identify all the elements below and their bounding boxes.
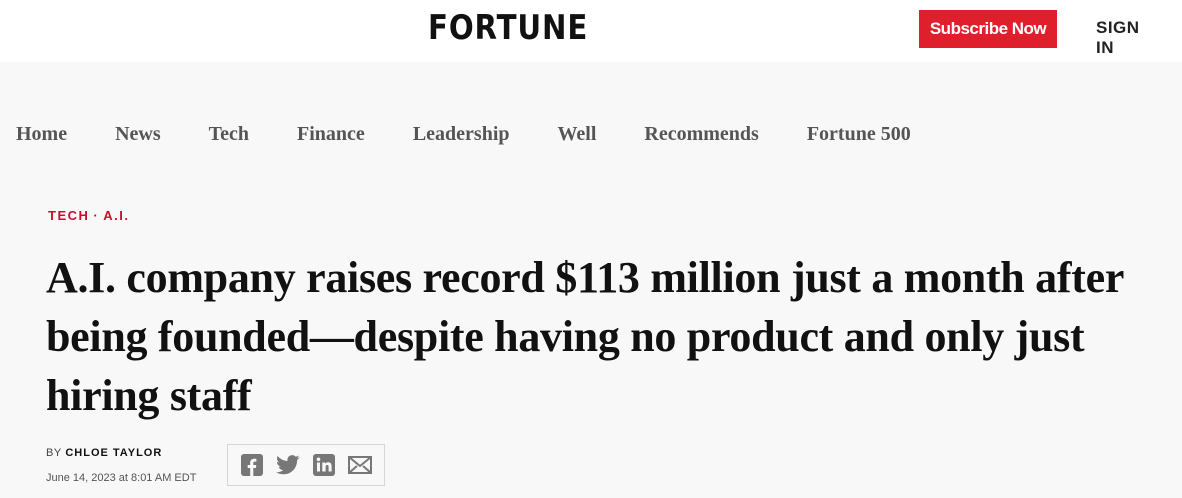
share-twitter-button[interactable] xyxy=(273,450,303,480)
share-facebook-button[interactable] xyxy=(237,450,267,480)
nav-item-fortune-500[interactable]: Fortune 500 xyxy=(807,123,911,149)
twitter-icon xyxy=(276,455,300,475)
email-icon xyxy=(348,456,372,474)
subscribe-button[interactable]: Subscribe Now xyxy=(919,10,1057,48)
nav-item-recommends[interactable]: Recommends xyxy=(644,123,758,149)
facebook-icon xyxy=(241,454,263,476)
nav-item-leadership[interactable]: Leadership xyxy=(413,123,510,149)
nav-item-news[interactable]: News xyxy=(115,123,161,149)
article-kicker: TECH · A.I. xyxy=(48,208,129,223)
nav-item-home[interactable]: Home xyxy=(16,123,67,149)
kicker-separator: · xyxy=(93,208,100,223)
byline-prefix: BY xyxy=(46,447,62,459)
logo-text[interactable]: FORTUNE xyxy=(428,8,588,48)
sign-in-button[interactable]: SIGN IN xyxy=(1096,18,1160,57)
author-link[interactable]: CHLOE TAYLOR xyxy=(65,447,162,459)
nav-item-tech[interactable]: Tech xyxy=(209,123,249,149)
byline: BY CHLOE TAYLOR xyxy=(46,447,162,459)
kicker-section-link[interactable]: TECH xyxy=(48,208,89,223)
linkedin-icon xyxy=(313,454,335,476)
kicker-topic-link[interactable]: A.I. xyxy=(103,208,129,223)
share-email-button[interactable] xyxy=(345,450,375,480)
site-header: FORTUNE Subscribe Now SIGN IN xyxy=(0,0,1182,62)
share-linkedin-button[interactable] xyxy=(309,450,339,480)
article-headline: A.I. company raises record $113 million … xyxy=(46,253,1124,420)
share-bar xyxy=(227,444,385,486)
publish-date: June 14, 2023 at 8:01 AM EDT xyxy=(46,472,197,484)
main-nav: Home News Tech Finance Leadership Well R… xyxy=(16,123,959,149)
nav-item-well[interactable]: Well xyxy=(558,123,597,149)
nav-item-finance[interactable]: Finance xyxy=(297,123,365,149)
